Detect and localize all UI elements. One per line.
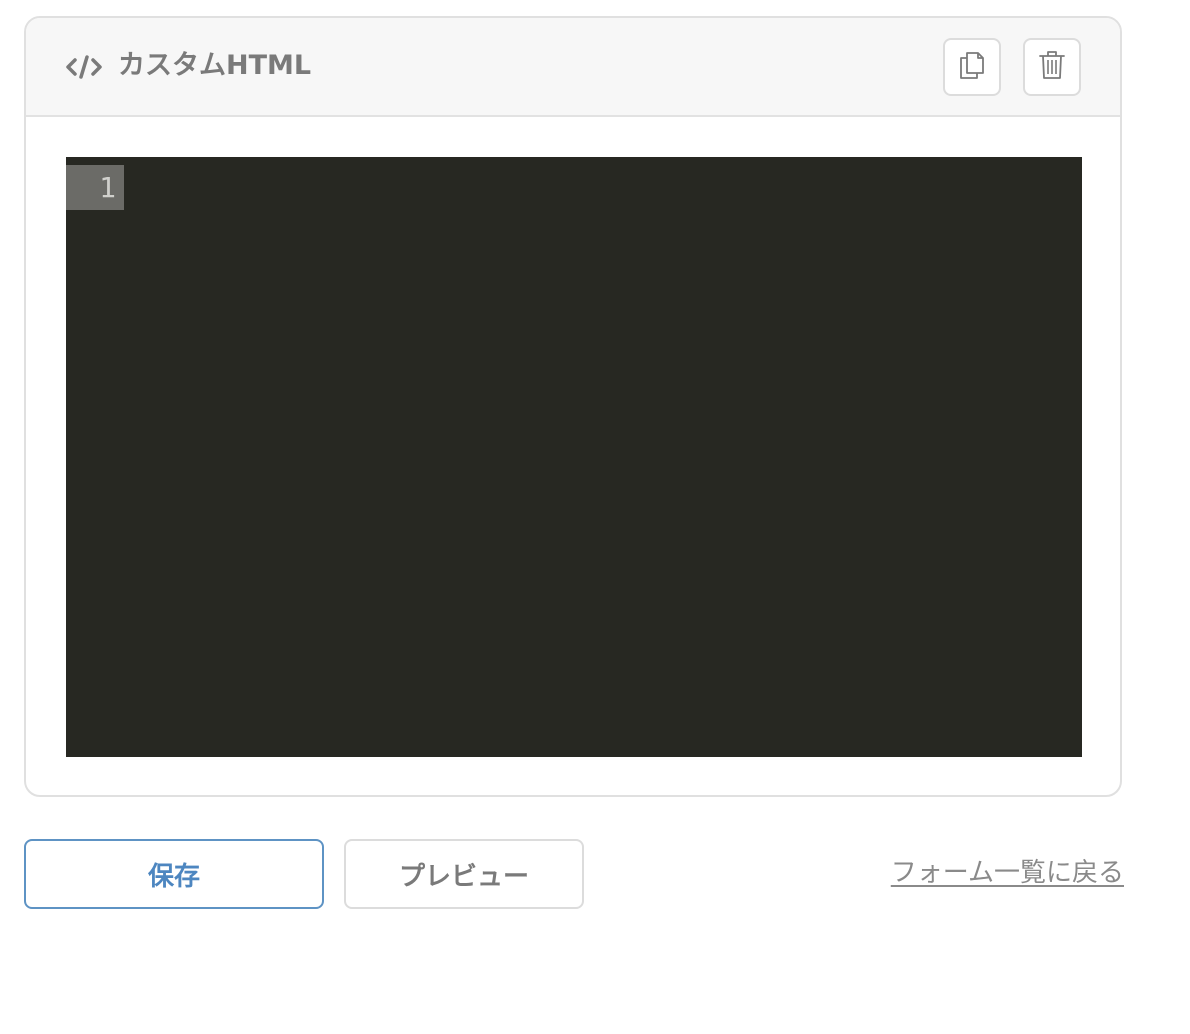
line-number: 1 <box>99 171 116 204</box>
code-input[interactable] <box>136 165 1072 747</box>
code-icon <box>66 54 102 80</box>
delete-button[interactable] <box>1023 38 1081 96</box>
back-to-form-list-link[interactable]: フォーム一覧に戻る <box>891 855 1124 891</box>
trash-icon <box>1038 49 1066 85</box>
code-editor[interactable]: 1 <box>66 157 1082 757</box>
save-button[interactable]: 保存 <box>24 839 324 909</box>
active-line-gutter: 1 <box>66 165 124 210</box>
block-header: カスタムHTML <box>26 18 1120 117</box>
custom-html-block: カスタムHTML 1 <box>24 16 1122 797</box>
preview-button[interactable]: プレビュー <box>344 839 584 909</box>
copy-button[interactable] <box>943 38 1001 96</box>
copy-icon <box>958 49 986 85</box>
block-title: カスタムHTML <box>118 50 312 81</box>
